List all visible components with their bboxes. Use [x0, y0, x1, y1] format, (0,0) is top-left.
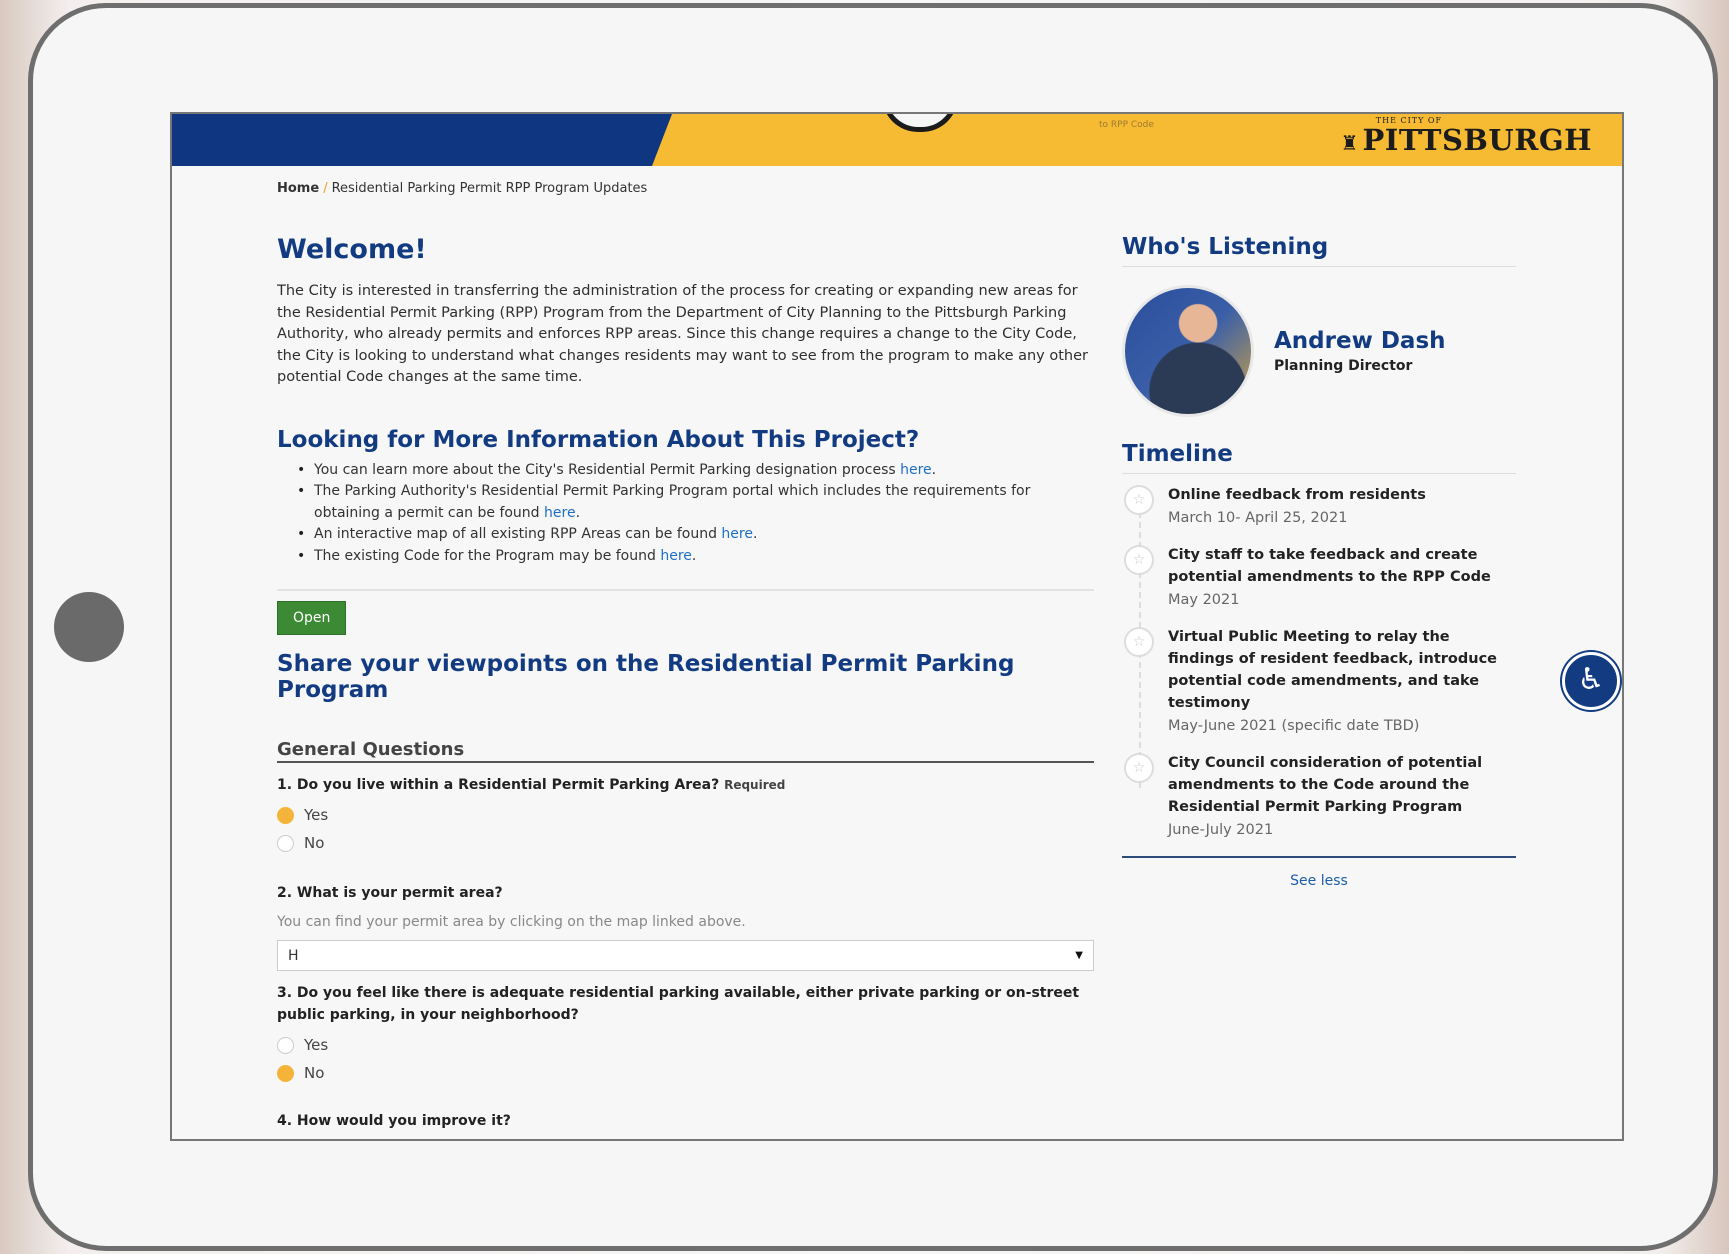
- browser-viewport: to RPP Code THE CITY OF ♜ PITTSBURGH Home…: [170, 112, 1624, 1141]
- contact-card: Andrew Dash Planning Director: [1122, 285, 1516, 417]
- timeline-item-date: March 10- April 25, 2021: [1168, 510, 1348, 526]
- timeline-item: ☆ Virtual Public Meeting to relay the fi…: [1122, 626, 1516, 734]
- welcome-title: Welcome!: [277, 234, 427, 265]
- question-1-label: 1. Do you live within a Residential Perm…: [277, 774, 1094, 796]
- contact-name: Andrew Dash: [1274, 328, 1446, 354]
- question-2-hint: You can find your permit area by clickin…: [277, 914, 746, 930]
- open-status-badge: Open: [277, 601, 347, 635]
- list-item-text: The Parking Authority's Residential Perm…: [314, 483, 1031, 521]
- permit-area-select[interactable]: H ▼: [277, 940, 1094, 971]
- radio-button[interactable]: [277, 834, 294, 852]
- question-3-label: 3. Do you feel like there is adequate re…: [277, 985, 1080, 1023]
- breadcrumb-home-link[interactable]: Home: [277, 181, 319, 196]
- timeline-item-title: Virtual Public Meeting to relay the find…: [1168, 629, 1498, 711]
- welcome-text: The City is interested in transferring t…: [277, 283, 1088, 385]
- radio-button-selected[interactable]: [277, 806, 294, 824]
- main-content: Welcome! The City is interested in trans…: [277, 234, 1094, 1132]
- timeline-item-title: Online feedback from residents: [1168, 487, 1426, 503]
- radio-button[interactable]: [277, 1036, 294, 1054]
- timeline-item-date: June-July 2021: [1168, 822, 1274, 838]
- banner-graphic: [882, 114, 958, 132]
- banner-tagline: to RPP Code: [1099, 120, 1154, 130]
- header-banner: to RPP Code THE CITY OF ♜ PITTSBURGH: [172, 114, 1622, 166]
- star-icon: ☆: [1124, 545, 1154, 575]
- list-item: The existing Code for the Program may be…: [297, 546, 1094, 568]
- timeline-item: ☆ City Council consideration of potentia…: [1122, 752, 1516, 838]
- contact-role: Planning Director: [1274, 358, 1413, 374]
- section-divider: [277, 589, 1094, 591]
- here-link[interactable]: here: [660, 548, 692, 564]
- list-item: You can learn more about the City's Resi…: [297, 460, 1094, 482]
- list-item-end: .: [575, 504, 581, 521]
- question-3-option-no[interactable]: No: [277, 1064, 1094, 1082]
- timeline-item: ☆ City staff to take feedback and create…: [1122, 544, 1516, 608]
- timeline-item: ☆ Online feedback from residents March 1…: [1122, 484, 1516, 526]
- star-icon: ☆: [1124, 627, 1154, 657]
- question-1-option-no[interactable]: No: [277, 834, 1094, 852]
- list-item-end: .: [752, 526, 758, 542]
- list-item: An interactive map of all existing RPP A…: [297, 524, 1094, 546]
- option-label: Yes: [304, 1036, 329, 1054]
- general-questions-heading: General Questions: [277, 739, 1094, 763]
- timeline-title: Timeline: [1122, 441, 1516, 474]
- timeline-item-date: May-June 2021 (specific date TBD): [1168, 718, 1420, 734]
- timeline-item-title: City staff to take feedback and create p…: [1168, 547, 1491, 585]
- list-item-end: .: [931, 461, 937, 478]
- sidebar: Who's Listening Andrew Dash Planning Dir…: [1122, 234, 1516, 889]
- star-icon: ☆: [1124, 753, 1154, 783]
- list-item-text: You can learn more about the City's Resi…: [314, 461, 901, 478]
- city-logo[interactable]: THE CITY OF ♜ PITTSBURGH: [1341, 116, 1592, 155]
- survey-title: Share your viewpoints on the Residential…: [277, 651, 1015, 703]
- contact-details: Andrew Dash Planning Director: [1274, 328, 1446, 374]
- breadcrumb-separator: /: [323, 181, 328, 196]
- radio-button-selected[interactable]: [277, 1064, 294, 1082]
- timeline-item-date: May 2021: [1168, 592, 1240, 608]
- option-label: No: [304, 1064, 325, 1082]
- question-4-label: 4. How would you improve it?: [277, 1113, 511, 1129]
- logo-big-text: PITTSBURGH: [1362, 123, 1592, 157]
- here-link[interactable]: here: [721, 526, 753, 542]
- caret-down-icon: ▼: [1075, 950, 1083, 961]
- breadcrumb-current: Residential Parking Permit RPP Program U…: [331, 181, 648, 196]
- timeline-end-rule: [1122, 856, 1516, 858]
- accessibility-icon[interactable]: ♿: [1562, 652, 1620, 710]
- here-link[interactable]: here: [900, 462, 932, 478]
- here-link[interactable]: here: [544, 505, 576, 521]
- list-item-text: The existing Code for the Program may be…: [314, 547, 661, 564]
- avatar: [1122, 285, 1254, 417]
- list-item-text: An interactive map of all existing RPP A…: [314, 526, 722, 542]
- question-2-label: 2. What is your permit area?: [277, 885, 503, 901]
- required-indicator: Required: [724, 778, 786, 792]
- list-item-end: .: [691, 547, 697, 564]
- option-label: No: [304, 834, 325, 852]
- permit-area-value: H: [288, 947, 299, 964]
- see-less-link[interactable]: See less: [1122, 873, 1516, 889]
- city-crest-icon: ♜: [1340, 131, 1359, 155]
- whos-listening-title: Who's Listening: [1122, 234, 1516, 267]
- breadcrumb: Home / Residential Parking Permit RPP Prog…: [277, 181, 647, 196]
- tablet-home-button[interactable]: [54, 592, 124, 662]
- more-info-title: Looking for More Information About This …: [277, 426, 920, 453]
- banner-blue-stripe: [172, 114, 672, 166]
- timeline: ☆ Online feedback from residents March 1…: [1122, 484, 1516, 838]
- star-icon: ☆: [1124, 485, 1154, 515]
- question-1-text: 1. Do you live within a Residential Perm…: [277, 777, 720, 793]
- question-3-option-yes[interactable]: Yes: [277, 1036, 1094, 1054]
- timeline-item-title: City Council consideration of potential …: [1168, 755, 1483, 815]
- list-item: The Parking Authority's Residential Perm…: [297, 481, 1094, 524]
- more-info-list: You can learn more about the City's Resi…: [297, 460, 1094, 568]
- option-label: Yes: [304, 806, 329, 824]
- question-1-option-yes[interactable]: Yes: [277, 806, 1094, 824]
